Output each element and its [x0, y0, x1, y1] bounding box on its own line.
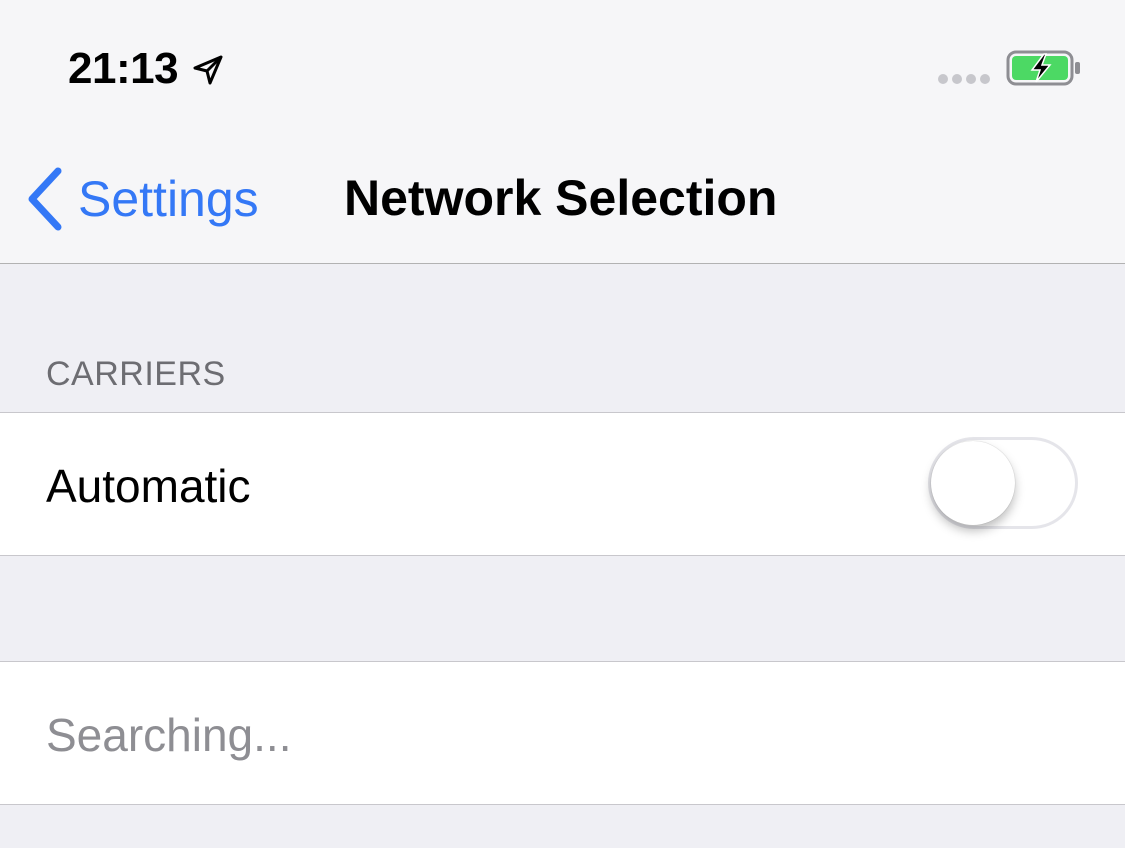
- searching-row: Searching...: [0, 661, 1125, 805]
- chevron-left-icon: [28, 167, 62, 231]
- status-time: 21:13: [68, 44, 179, 93]
- searching-label: Searching...: [46, 709, 292, 761]
- battery-charging-icon: [1006, 50, 1080, 86]
- automatic-toggle[interactable]: [928, 437, 1078, 529]
- location-arrow-icon: [193, 55, 223, 85]
- automatic-label: Automatic: [46, 460, 251, 512]
- page-title: Network Selection: [344, 170, 778, 226]
- back-button[interactable]: Settings: [24, 164, 259, 234]
- back-button-label: Settings: [78, 171, 259, 227]
- section-header-carriers: CARRIERS: [46, 355, 226, 393]
- navigation-bar: 21:13 Settings Network Selection: [0, 0, 1125, 264]
- automatic-row: Automatic: [0, 412, 1125, 556]
- toggle-knob: [931, 441, 1015, 525]
- signal-dots-icon: [938, 74, 990, 84]
